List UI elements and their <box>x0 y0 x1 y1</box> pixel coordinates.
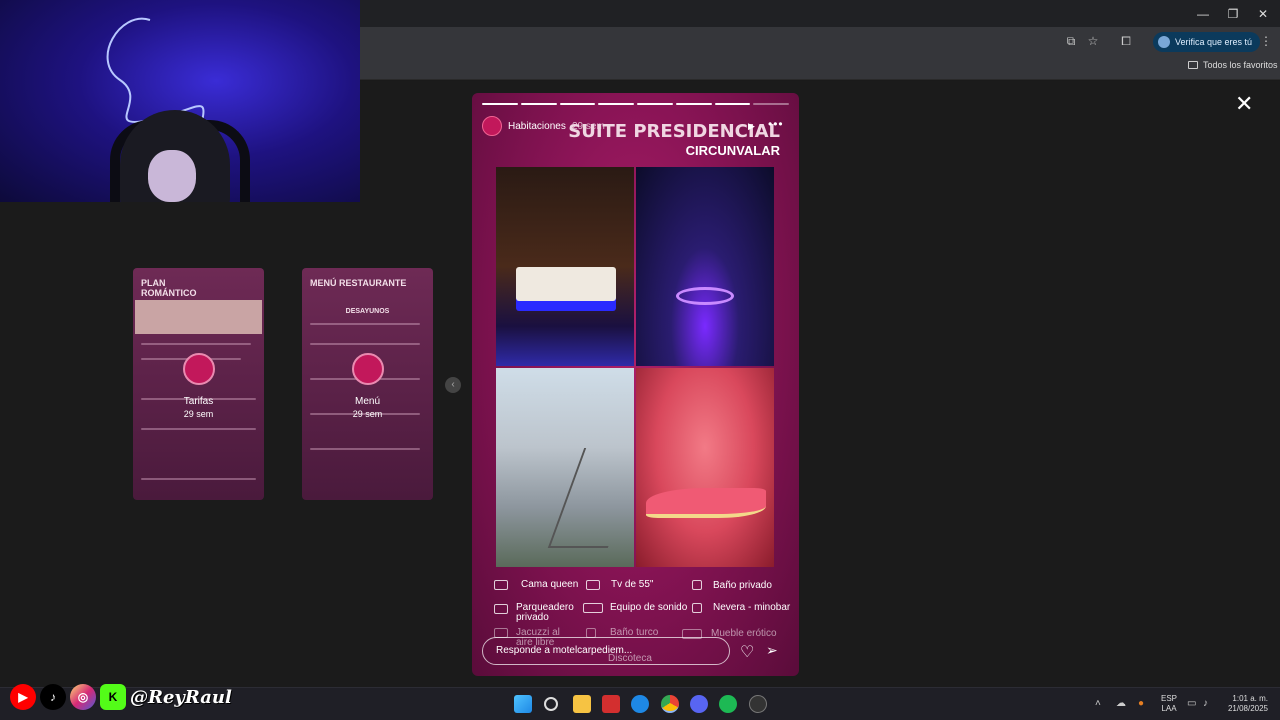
verify-label: Verifica que eres tú <box>1175 37 1253 47</box>
photo-collage <box>496 167 774 567</box>
more-options-icon[interactable]: ••• <box>768 117 784 131</box>
file-explorer-icon[interactable] <box>573 695 591 713</box>
highlight-icon <box>183 353 215 385</box>
youtube-icon: ▶ <box>10 684 36 710</box>
network-icon[interactable]: ▭ <box>1187 698 1196 709</box>
text-line <box>141 428 256 430</box>
thumbnail-title: PLAN ROMÁNTICO <box>141 278 197 298</box>
story-thumbnail-tarifas[interactable]: PLAN ROMÁNTICO Tarifas 29 sem <box>133 268 264 500</box>
story-viewer[interactable]: Habitaciones 29 sem SUITE PRESIDENCIAL C… <box>472 93 799 676</box>
microphone-icon[interactable]: ● <box>1138 698 1144 709</box>
text-line <box>141 343 251 345</box>
extensions-icon[interactable]: ⧠ <box>1119 34 1133 48</box>
close-window-button[interactable]: ✕ <box>1248 4 1278 24</box>
streamer-handle: @ReyRaul <box>130 687 232 708</box>
obs-icon[interactable] <box>749 695 767 713</box>
instagram-icon: ◎ <box>70 684 96 710</box>
volume-icon[interactable]: ♪ <box>1203 698 1208 709</box>
suite-title: SUITE PRESIDENCIAL <box>568 121 780 142</box>
story-thumbnail-menu[interactable]: MENÚ RESTAURANTE DESAYUNOS Menú 29 sem <box>302 268 433 500</box>
bathroom-icon <box>692 580 702 590</box>
folder-icon <box>1188 61 1198 69</box>
sound-system-icon <box>583 603 603 613</box>
thumbnail-photo <box>135 300 262 334</box>
thumbnail-title: MENÚ RESTAURANTE <box>310 278 407 288</box>
parking-icon <box>494 604 508 614</box>
install-app-icon[interactable]: ⧉ <box>1064 34 1078 48</box>
amenity-label: Parqueadero privado <box>516 602 574 623</box>
discord-icon[interactable] <box>690 695 708 713</box>
streamer-face <box>148 150 196 202</box>
clock-time: 1:01 a. m. <box>1232 694 1268 703</box>
thumbnail-age: 29 sem <box>352 409 383 419</box>
story-progress-bar <box>482 103 789 106</box>
tantric-chair-photo <box>636 368 774 567</box>
amenity-label: Nevera - minobar <box>713 602 791 613</box>
send-icon[interactable]: ➢ <box>766 642 778 659</box>
bed-icon <box>494 580 508 590</box>
profile-avatar-icon <box>1158 36 1170 48</box>
chrome-icon[interactable] <box>661 695 679 713</box>
jacuzzi-terrace-photo <box>496 368 645 567</box>
close-story-icon[interactable]: ✕ <box>1235 93 1253 115</box>
clock-date: 21/08/2025 <box>1227 704 1268 713</box>
amenity-label: Tv de 55" <box>611 579 654 590</box>
amenity-label: Baño privado <box>713 580 772 591</box>
cloud-icon[interactable]: ☁ <box>1116 698 1126 709</box>
heart-icon[interactable]: ♡ <box>740 642 754 662</box>
text-line <box>310 343 420 345</box>
fridge-icon <box>692 603 702 613</box>
bedroom-photo <box>496 167 634 366</box>
webcam-overlay <box>0 0 360 202</box>
app-icon[interactable] <box>602 695 620 713</box>
thumbnail-age: 29 sem <box>183 409 214 419</box>
text-line <box>310 448 420 450</box>
bookmark-star-icon[interactable]: ☆ <box>1086 34 1100 48</box>
tv-icon <box>586 580 600 590</box>
menu-heading: DESAYUNOS <box>345 308 390 315</box>
language-code: ESP <box>1161 694 1178 703</box>
thumbnail-label: Tarifas <box>183 396 214 407</box>
tiktok-icon: ♪ <box>40 684 66 710</box>
restore-button[interactable]: ❐ <box>1218 4 1248 24</box>
search-icon[interactable] <box>544 697 558 711</box>
clock[interactable]: 1:01 a. m. 21/08/2025 <box>1222 694 1268 714</box>
amenity-label: Equipo de sonido <box>610 602 688 613</box>
text-line <box>141 478 256 480</box>
all-favorites-button[interactable]: Todos los favoritos <box>1188 60 1278 70</box>
favorites-label: Todos los favoritos <box>1203 60 1278 70</box>
play-icon[interactable]: ▶ <box>748 121 755 132</box>
thumbnail-label: Menú <box>354 396 380 407</box>
previous-story-button[interactable]: ‹ <box>445 377 461 393</box>
edge-icon[interactable] <box>631 695 649 713</box>
spotify-icon[interactable] <box>719 695 737 713</box>
suite-subtitle: CIRCUNVALAR <box>685 143 780 158</box>
language-indicator[interactable]: ESP LAA <box>1161 694 1177 714</box>
kick-icon: K <box>100 684 126 710</box>
windows-start-icon[interactable] <box>514 695 532 713</box>
amenity-label: Cama queen <box>521 579 579 590</box>
discotheque-photo <box>636 167 774 366</box>
verify-identity-button[interactable]: Verifica que eres tú <box>1153 32 1261 52</box>
keyboard-layout: LAA <box>1161 704 1177 713</box>
reply-input[interactable]: Responde a motelcarpediem... <box>482 637 730 665</box>
tray-chevron-icon[interactable]: ˄ <box>1095 698 1101 709</box>
highlight-icon <box>352 353 384 385</box>
text-line <box>310 323 420 325</box>
menu-kebab-icon[interactable]: ⋮ <box>1259 34 1273 48</box>
minimize-button[interactable]: — <box>1188 4 1218 24</box>
